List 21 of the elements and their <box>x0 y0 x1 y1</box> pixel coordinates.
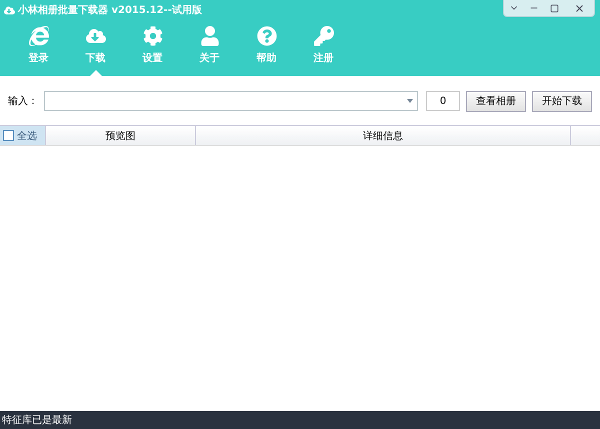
dropdown-caret-icon <box>407 99 413 103</box>
cloud-logo-icon <box>4 4 15 16</box>
key-icon <box>314 26 334 46</box>
help-icon <box>256 26 276 46</box>
browser-e-icon <box>28 26 48 46</box>
action-button[interactable]: 查看相册 <box>466 90 526 112</box>
status-text: 特征库已是最新 <box>0 411 600 429</box>
input-label: 输入： <box>8 94 38 108</box>
checkbox[interactable] <box>3 130 14 141</box>
close-icon <box>574 2 584 14</box>
input-combo-field[interactable] <box>44 91 418 111</box>
count-field[interactable]: 0 <box>426 91 460 111</box>
maximize-icon <box>550 4 558 12</box>
cloud-download-icon <box>86 26 106 46</box>
column-header[interactable]: 预览图 <box>45 126 195 145</box>
column-header[interactable]: 详细信息 <box>195 126 570 145</box>
settings-icon <box>142 26 162 46</box>
user-icon <box>200 26 220 46</box>
select-all-checkbox[interactable]: 全选 <box>0 126 45 145</box>
action-button[interactable]: 开始下载 <box>532 90 592 112</box>
window-title: 小林相册批量下载器 v2015.12--试用版 <box>18 4 202 17</box>
